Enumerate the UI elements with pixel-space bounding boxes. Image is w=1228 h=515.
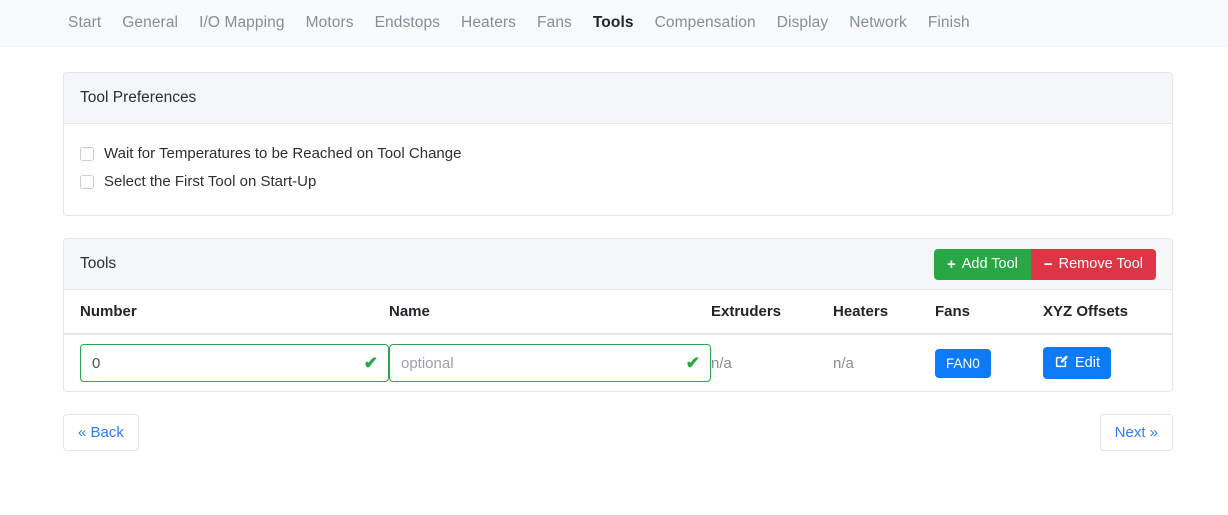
column-header-heaters: Heaters	[833, 290, 935, 335]
table-row: ✔ ✔ n/a n/a FAN0	[64, 333, 1172, 391]
edit-button-label: Edit	[1075, 355, 1100, 371]
tools-title: Tools	[80, 255, 117, 272]
tool-preferences-title: Tool Preferences	[80, 89, 197, 106]
wizard-navbar: Start General I/O Mapping Motors Endstop…	[0, 0, 1228, 47]
nav-item-io-mapping[interactable]: I/O Mapping	[199, 14, 285, 32]
checkbox-label-select-first-tool[interactable]: Select the First Tool on Start-Up	[104, 173, 316, 190]
tool-number-input[interactable]	[80, 344, 389, 382]
add-tool-label: Add Tool	[961, 256, 1018, 272]
remove-tool-button[interactable]: − Remove Tool	[1030, 248, 1156, 280]
column-header-number: Number	[64, 290, 389, 335]
column-header-fans: Fans	[935, 290, 1043, 335]
column-header-name: Name	[389, 290, 711, 335]
column-header-extruders: Extruders	[711, 290, 833, 335]
nav-item-motors[interactable]: Motors	[306, 14, 354, 32]
nav-item-general[interactable]: General	[122, 14, 178, 32]
pencil-square-icon	[1054, 354, 1075, 373]
checkbox-label-wait-for-temperatures[interactable]: Wait for Temperatures to be Reached on T…	[104, 145, 461, 162]
remove-tool-label: Remove Tool	[1058, 256, 1143, 272]
next-button[interactable]: Next »	[1099, 414, 1173, 451]
tool-name-input-wrap: ✔	[389, 344, 711, 382]
plus-icon: +	[946, 255, 956, 273]
cell-tool-number: ✔	[64, 333, 389, 391]
tools-table-body: ✔ ✔ n/a n/a FAN0	[64, 333, 1172, 391]
checkbox-select-first-tool[interactable]	[80, 174, 94, 189]
cell-heaters: n/a	[833, 333, 935, 391]
nav-item-tools[interactable]: Tools	[593, 14, 634, 32]
tool-preferences-card: Tool Preferences Wait for Temperatures t…	[63, 72, 1173, 216]
edit-xyz-offsets-button[interactable]: Edit	[1043, 347, 1111, 379]
cell-xyz-offsets: Edit	[1043, 333, 1172, 391]
nav-item-compensation[interactable]: Compensation	[655, 14, 756, 32]
tools-table-header-row: Number Name Extruders Heaters Fans XYZ O…	[64, 290, 1172, 335]
nav-item-start[interactable]: Start	[68, 14, 101, 32]
cell-fans: FAN0	[935, 333, 1043, 391]
tools-table-head: Number Name Extruders Heaters Fans XYZ O…	[64, 290, 1172, 335]
wizard-footer-nav: « Back Next »	[63, 414, 1173, 451]
page-content: Tool Preferences Wait for Temperatures t…	[0, 47, 1228, 451]
nav-item-finish[interactable]: Finish	[928, 14, 970, 32]
cell-tool-name: ✔	[389, 333, 711, 391]
nav-item-endstops[interactable]: Endstops	[375, 14, 440, 32]
tool-preferences-header: Tool Preferences	[64, 73, 1172, 124]
tool-number-input-wrap: ✔	[80, 344, 389, 382]
nav-item-fans[interactable]: Fans	[537, 14, 572, 32]
back-button[interactable]: « Back	[63, 414, 139, 451]
preference-row-wait-for-temperatures[interactable]: Wait for Temperatures to be Reached on T…	[80, 141, 1156, 166]
cell-extruders: n/a	[711, 333, 833, 391]
add-tool-button[interactable]: + Add Tool	[933, 248, 1031, 280]
tool-name-input[interactable]	[389, 344, 711, 382]
tools-table: Number Name Extruders Heaters Fans XYZ O…	[64, 290, 1172, 391]
fan-badge[interactable]: FAN0	[935, 348, 991, 378]
nav-item-display[interactable]: Display	[777, 14, 829, 32]
minus-icon: −	[1043, 255, 1053, 273]
checkbox-wait-for-temperatures[interactable]	[80, 146, 94, 161]
tools-action-button-group: + Add Tool − Remove Tool	[933, 248, 1156, 280]
tools-card: Tools + Add Tool − Remove Tool Number Na…	[63, 238, 1173, 392]
column-header-xyz-offsets: XYZ Offsets	[1043, 290, 1172, 335]
tools-header: Tools + Add Tool − Remove Tool	[64, 239, 1172, 290]
tool-preferences-body: Wait for Temperatures to be Reached on T…	[64, 124, 1172, 215]
nav-item-network[interactable]: Network	[849, 14, 907, 32]
preference-row-select-first-tool[interactable]: Select the First Tool on Start-Up	[80, 169, 1156, 194]
nav-item-heaters[interactable]: Heaters	[461, 14, 516, 32]
